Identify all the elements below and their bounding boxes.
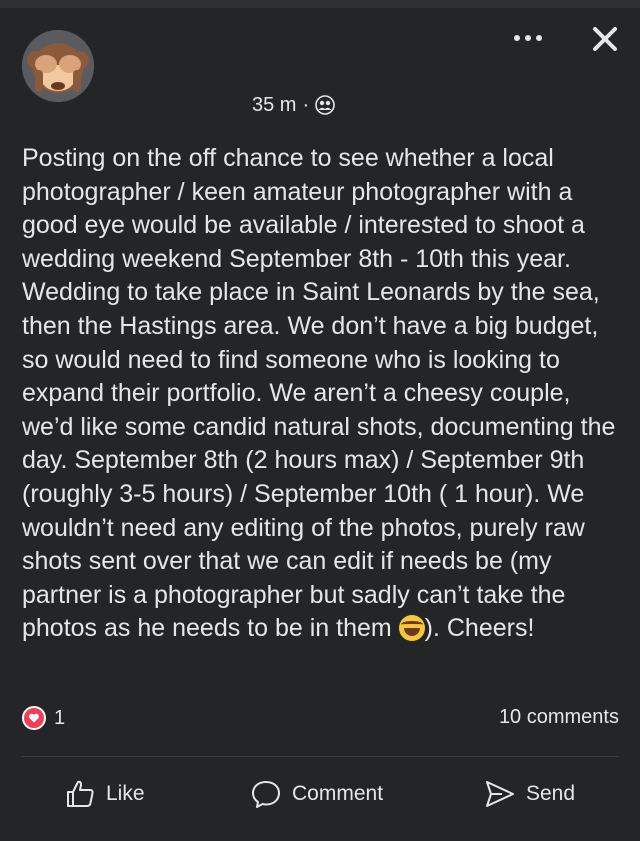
friends-audience-icon[interactable]	[315, 95, 335, 115]
divider	[22, 756, 618, 757]
avatar[interactable]	[22, 30, 94, 102]
comment-bubble-icon	[252, 781, 280, 808]
meta-separator: ·	[302, 93, 310, 116]
rolling-on-floor-laughing-emoji-icon	[398, 615, 425, 642]
comment-label: Comment	[292, 782, 384, 805]
reaction-count: 1	[54, 706, 66, 729]
send-arrow-icon	[486, 781, 514, 807]
post-meta: 35 m ·	[252, 92, 335, 118]
top-edge	[0, 0, 640, 8]
reactions-summary[interactable]: 1	[22, 706, 65, 730]
close-icon	[593, 27, 617, 51]
love-icon	[22, 706, 46, 730]
comments-count-link[interactable]: 10 comments	[499, 706, 619, 729]
thumbs-up-icon	[67, 780, 94, 807]
more-dot-icon	[536, 35, 542, 41]
post-time: 35 m	[252, 93, 297, 116]
post-body-text-end: ). Cheers!	[424, 614, 535, 643]
post-body: Posting on the off chance to see whether…	[22, 142, 627, 646]
send-label: Send	[526, 782, 576, 805]
more-options-button[interactable]	[508, 28, 548, 48]
close-button[interactable]	[588, 22, 622, 56]
like-button[interactable]: Like	[64, 776, 145, 812]
like-label: Like	[106, 782, 145, 805]
comment-button[interactable]: Comment	[250, 776, 383, 812]
send-button[interactable]: Send	[484, 776, 575, 812]
post-body-text: Posting on the off chance to see whether…	[22, 144, 623, 643]
more-dot-icon	[514, 35, 520, 41]
see-no-evil-monkey-icon	[22, 30, 94, 102]
more-dot-icon	[525, 35, 531, 41]
